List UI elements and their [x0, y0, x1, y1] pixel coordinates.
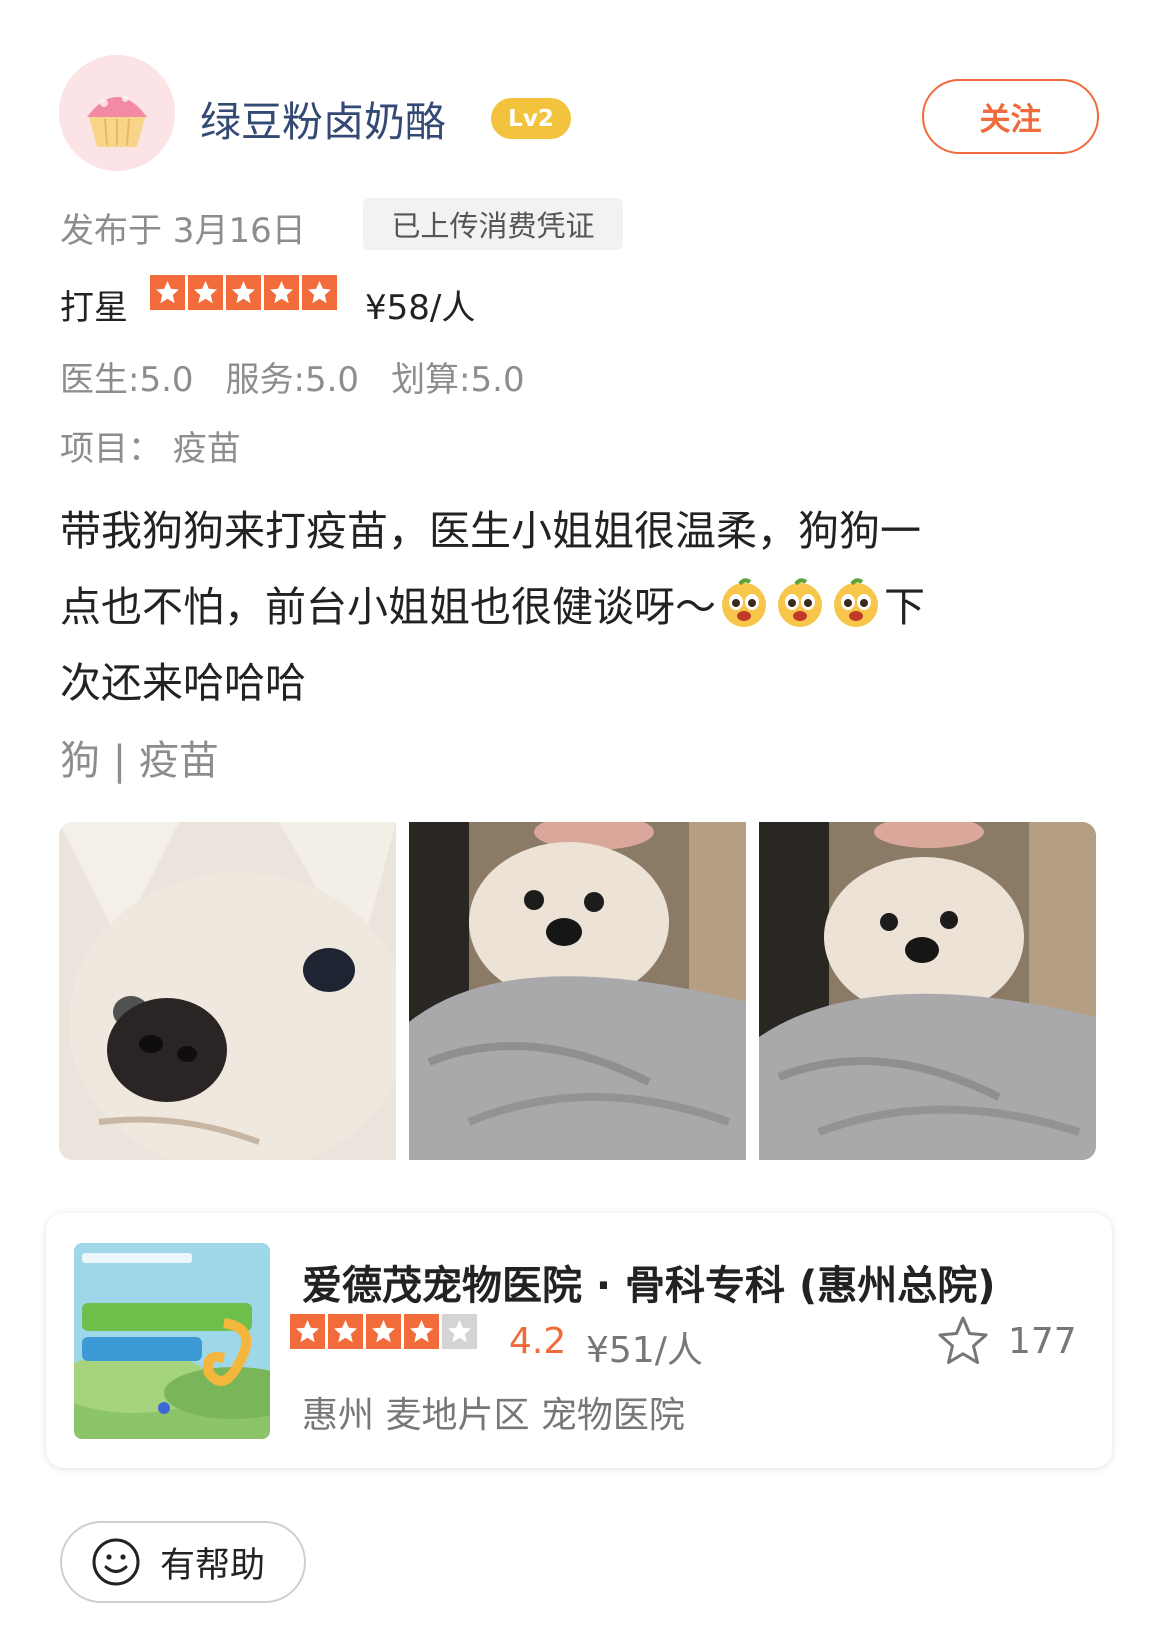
- shop-location: 惠州 麦地片区 宠物医院: [302, 1395, 685, 1436]
- helpful-label: 有帮助: [160, 1545, 266, 1586]
- excited-face-emoji-icon: [778, 578, 822, 627]
- shop-score: 4.2: [509, 1321, 567, 1362]
- review-line-text: 点也不怕，前台小姐姐也很健谈呀～: [60, 583, 716, 631]
- helpful-button[interactable]: 有帮助: [60, 1521, 306, 1603]
- star-filled-icon: [404, 1314, 439, 1349]
- emoji-group: [716, 578, 884, 631]
- dog-on-lap-photo-icon: [759, 822, 1096, 1160]
- star-filled-icon: [188, 275, 223, 310]
- star-outline-icon[interactable]: [935, 1313, 991, 1369]
- review-line: 次还来哈哈哈: [60, 659, 306, 707]
- star-empty-icon: [442, 1314, 477, 1349]
- star-filled-icon: [302, 275, 337, 310]
- avatar[interactable]: [59, 55, 175, 171]
- rating-label: 打星: [60, 288, 128, 328]
- subscore-service: 服务:5.0: [225, 360, 360, 400]
- review-tags[interactable]: 狗 | 疫苗: [60, 728, 219, 786]
- review-photo[interactable]: [409, 822, 746, 1160]
- level-badge: Lv2: [491, 98, 571, 139]
- review-star-rating: [150, 275, 337, 310]
- star-filled-icon: [328, 1314, 363, 1349]
- subscore-doctor: 医生:5.0: [60, 360, 194, 400]
- follow-button[interactable]: 关注: [922, 79, 1099, 154]
- star-filled-icon: [264, 275, 299, 310]
- review-line-tail: 下: [884, 583, 925, 631]
- shop-card[interactable]: 爱德茂宠物医院 · 骨科专科 (惠州总院) 4.2 ¥51/人 177 惠州 麦…: [46, 1213, 1112, 1468]
- excited-face-emoji-icon: [722, 578, 766, 627]
- star-filled-icon: [150, 275, 185, 310]
- star-filled-icon: [366, 1314, 401, 1349]
- review-price: ¥58/人: [365, 288, 476, 328]
- review-photo[interactable]: [759, 822, 1096, 1160]
- voucher-badge: 已上传消费凭证: [363, 198, 623, 250]
- smile-icon: [92, 1538, 140, 1586]
- shop-name[interactable]: 爱德茂宠物医院 · 骨科专科 (惠州总院): [302, 1253, 996, 1311]
- excited-face-emoji-icon: [834, 578, 878, 627]
- dog-on-lap-photo-icon: [409, 822, 746, 1160]
- cupcake-avatar-icon: [59, 55, 175, 171]
- post-date: 发布于 3月16日: [60, 211, 306, 251]
- shop-price: ¥51/人: [586, 1330, 703, 1371]
- star-filled-icon: [290, 1314, 325, 1349]
- star-filled-icon: [226, 275, 261, 310]
- subscores: 医生:5.0 服务:5.0 划算:5.0: [60, 352, 525, 401]
- shop-thumbnail: [74, 1243, 270, 1439]
- dog-closeup-photo-icon: [59, 822, 396, 1160]
- subscore-value: 划算:5.0: [391, 360, 525, 400]
- review-photo[interactable]: [59, 822, 396, 1160]
- username[interactable]: 绿豆粉卤奶酪: [200, 88, 446, 148]
- review-line: 点也不怕，前台小姐姐也很健谈呀～ 下: [60, 569, 1090, 645]
- shop-star-rating: [290, 1314, 477, 1349]
- review-text: 带我狗狗来打疫苗，医生小姐姐很温柔，狗狗一 点也不怕，前台小姐姐也很健谈呀～下 …: [60, 493, 1090, 721]
- favorite-count: 177: [1008, 1321, 1077, 1362]
- project-label: 项目： 疫苗: [60, 429, 241, 469]
- review-line: 带我狗狗来打疫苗，医生小姐姐很温柔，狗狗一: [60, 507, 921, 555]
- spring-promo-poster-icon: [74, 1243, 270, 1439]
